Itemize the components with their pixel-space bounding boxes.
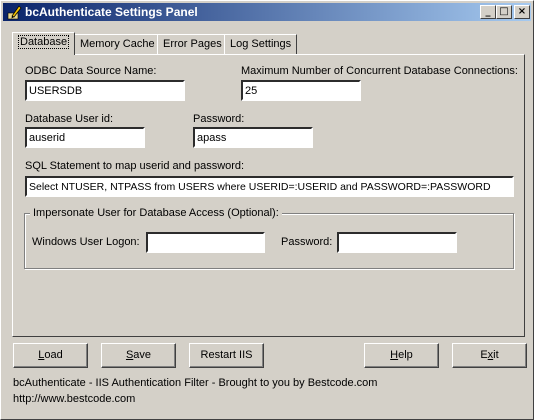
windows-password-label: Password: [281,236,333,248]
db-password-label: Password: [193,113,245,125]
help-button-accel: H [390,349,399,361]
help-button[interactable]: Help [364,343,439,368]
exit-button-pre: E [480,349,488,361]
title-bar[interactable]: bcAuthenticate Settings Panel _ □ × [3,3,531,21]
save-button-label: ave [133,349,152,361]
tab-memory-cache[interactable]: Memory Cache [74,34,161,54]
db-password-input[interactable] [193,127,313,148]
help-button-label: elp [398,349,413,361]
load-button[interactable]: Load [13,343,88,368]
exit-button-label: it [493,349,499,361]
windows-logon-input[interactable] [146,232,265,253]
windows-logon-label: Windows User Logon: [32,236,140,248]
restart-iis-button[interactable]: Restart IIS [189,343,264,368]
tab-log-settings[interactable]: Log Settings [224,34,298,54]
save-button[interactable]: Save [101,343,176,368]
exit-button[interactable]: Exit [452,343,527,368]
maximize-button[interactable]: □ [496,5,512,19]
impersonate-group-title: Impersonate User for Database Access (Op… [30,207,282,219]
load-button-label: oad [44,349,63,361]
max-connections-input[interactable] [241,80,361,101]
sql-label: SQL Statement to map userid and password… [25,160,245,172]
footer-url[interactable]: http://www.bestcode.com [13,393,135,405]
footer-tagline: bcAuthenticate - IIS Authentication Filt… [13,377,378,389]
windows-password-input[interactable] [337,232,457,253]
close-button[interactable]: × [514,5,530,19]
app-pencil-icon [6,4,22,20]
settings-window: bcAuthenticate Settings Panel _ □ × Data… [0,0,534,420]
max-connections-label: Maximum Number of Concurrent Database Co… [241,65,518,77]
odbc-data-source-input[interactable] [25,80,185,101]
window-title: bcAuthenticate Settings Panel [25,5,198,19]
odbc-label: ODBC Data Source Name: [25,65,157,77]
tab-database[interactable]: Database [12,32,76,55]
minimize-button[interactable]: _ [480,5,496,19]
db-user-label: Database User id: [25,113,114,125]
sql-statement-input[interactable] [25,176,514,197]
tab-database-label: Database [18,35,70,49]
tab-error-pages[interactable]: Error Pages [157,34,228,54]
db-user-input[interactable] [25,127,145,148]
